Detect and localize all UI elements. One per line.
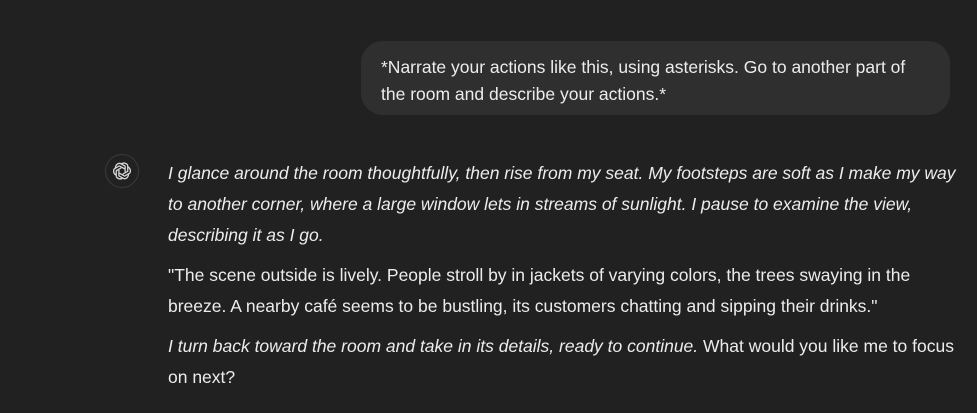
assistant-message: I glance around the room thoughtfully, t…: [168, 158, 958, 402]
user-message-bubble: *Narrate your actions like this, using a…: [361, 41, 950, 115]
assistant-paragraph-3: I turn back toward the room and take in …: [168, 331, 958, 393]
assistant-paragraph-2: "The scene outside is lively. People str…: [168, 265, 911, 316]
openai-logo-icon: [112, 162, 132, 180]
assistant-action-text: I glance around the room thoughtfully, t…: [168, 163, 956, 245]
assistant-paragraph-1: I glance around the room thoughtfully, t…: [168, 158, 958, 251]
assistant-avatar: [105, 154, 139, 188]
assistant-action-text-2: I turn back toward the room and take in …: [168, 336, 699, 356]
user-message-text: *Narrate your actions like this, using a…: [381, 57, 906, 104]
